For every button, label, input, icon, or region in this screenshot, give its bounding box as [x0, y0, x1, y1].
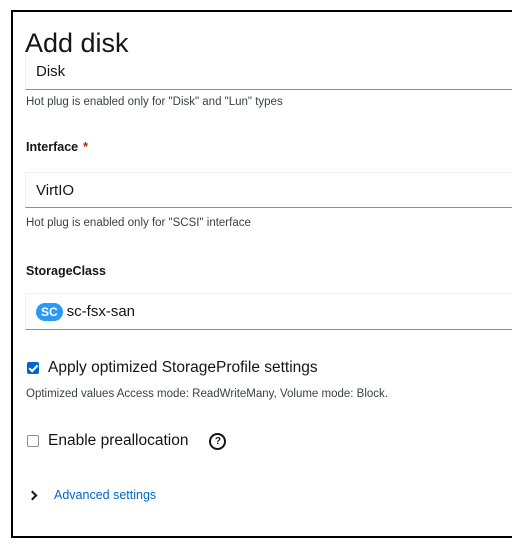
disk-type-helper: Hot plug is enabled only for "Disk" and … — [26, 96, 283, 108]
interface-helper: Hot plug is enabled only for "SCSI" inte… — [26, 217, 251, 229]
storageclass-value: sc-fsx-san — [66, 303, 136, 320]
storageclass-label: StorageClass — [26, 264, 106, 278]
interface-label: Interface * — [26, 140, 88, 154]
preallocation-checkbox[interactable] — [27, 435, 39, 447]
optimized-profile-helper: Optimized values Access mode: ReadWriteM… — [26, 388, 388, 400]
disk-type-value: Disk — [36, 63, 66, 80]
interface-value: VirtIO — [36, 181, 75, 199]
add-disk-panel: Add disk Disk Hot plug is enabled only f… — [11, 10, 512, 538]
storageclass-badge: SC — [36, 302, 63, 321]
interface-label-text: Interface — [26, 140, 79, 154]
optimized-profile-label: Apply optimized StorageProfile settings — [48, 359, 318, 376]
interface-select[interactable]: VirtIO — [25, 172, 512, 208]
preallocation-label: Enable preallocation — [48, 432, 189, 449]
disk-type-select[interactable]: Disk — [25, 54, 512, 90]
chevron-right-icon — [27, 490, 38, 500]
preallocation-option[interactable]: Enable preallocation ? — [27, 432, 227, 450]
storageclass-select[interactable]: SC sc-fsx-san — [25, 293, 512, 330]
advanced-settings-label: Advanced settings — [54, 488, 157, 502]
advanced-settings-toggle[interactable]: Advanced settings — [27, 488, 157, 502]
optimized-profile-option[interactable]: Apply optimized StorageProfile settings — [27, 359, 318, 377]
required-marker: * — [83, 140, 88, 154]
help-circle-icon[interactable]: ? — [209, 432, 227, 450]
optimized-profile-checkbox[interactable] — [27, 362, 39, 374]
